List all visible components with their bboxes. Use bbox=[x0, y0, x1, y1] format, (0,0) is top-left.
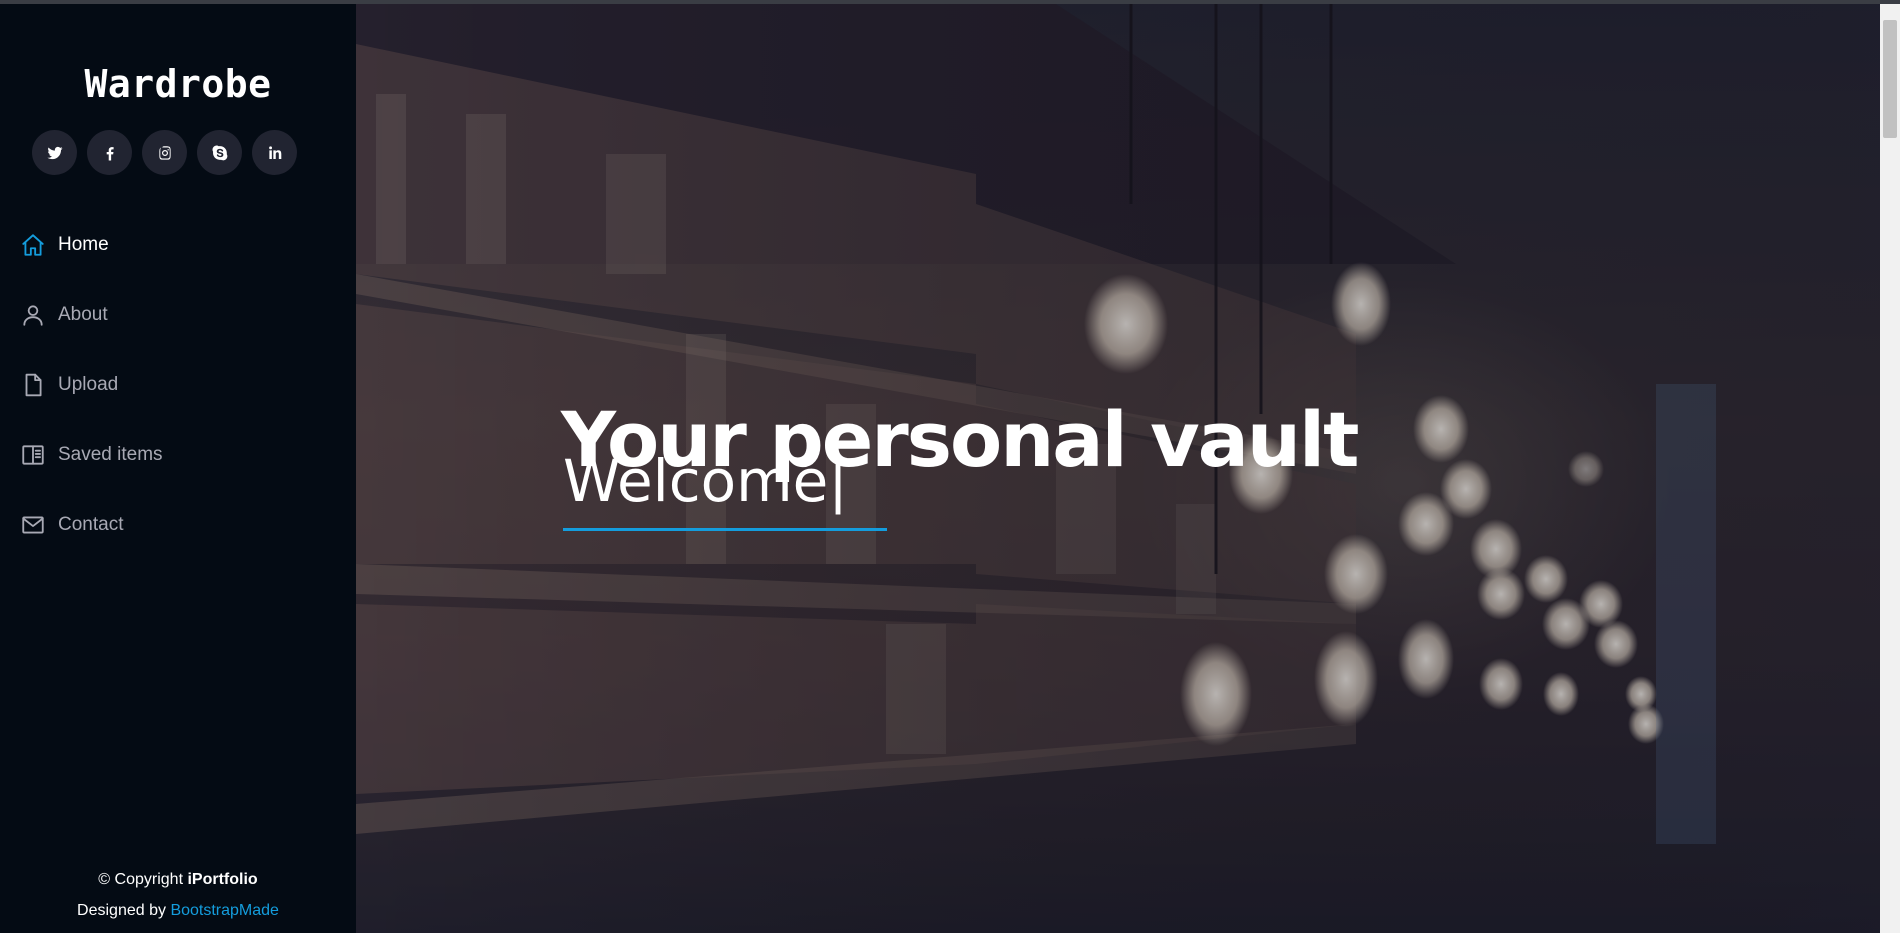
file-icon bbox=[20, 372, 46, 398]
linkedin-button[interactable] bbox=[252, 130, 297, 175]
skype-button[interactable] bbox=[197, 130, 242, 175]
instagram-button[interactable] bbox=[142, 130, 187, 175]
hero-section: Your personal vault Welcome| bbox=[356, 4, 1880, 933]
scrollbar-thumb[interactable] bbox=[1883, 20, 1897, 138]
instagram-icon bbox=[158, 145, 171, 160]
twitter-icon bbox=[47, 146, 62, 159]
page-scrollbar[interactable] bbox=[1880, 4, 1900, 933]
nav-item-home[interactable]: Home bbox=[0, 210, 356, 280]
nav-label-saved-items: Saved items bbox=[58, 444, 163, 465]
credits-line: Designed by BootstrapMade bbox=[0, 895, 356, 926]
nav-label-upload: Upload bbox=[58, 374, 119, 395]
home-icon bbox=[20, 232, 46, 258]
book-icon bbox=[20, 442, 46, 468]
site-logo[interactable]: Wardrobe bbox=[0, 62, 356, 106]
nav-label-contact: Contact bbox=[58, 514, 124, 535]
sidebar: Wardrobe Home About Upload Saved items C… bbox=[0, 4, 356, 933]
nav-label-home: Home bbox=[58, 234, 109, 255]
hero-underline bbox=[563, 528, 887, 531]
nav-item-upload[interactable]: Upload bbox=[0, 350, 356, 420]
designed-by-prefix: Designed by bbox=[77, 902, 166, 919]
nav-item-contact[interactable]: Contact bbox=[0, 490, 356, 560]
skype-icon bbox=[212, 145, 227, 160]
facebook-button[interactable] bbox=[87, 130, 132, 175]
nav-label-about: About bbox=[58, 304, 108, 325]
nav-item-about[interactable]: About bbox=[0, 280, 356, 350]
copyright-prefix: © Copyright bbox=[98, 871, 184, 888]
copyright-brand: iPortfolio bbox=[187, 871, 258, 888]
facebook-icon bbox=[106, 146, 114, 160]
nav-item-saved-items[interactable]: Saved items bbox=[0, 420, 356, 490]
sidebar-footer: © Copyright iPortfolio Designed by Boots… bbox=[0, 864, 356, 926]
hero-typed-subtitle: Welcome| bbox=[563, 447, 848, 515]
social-links bbox=[32, 130, 297, 175]
copyright-line: © Copyright iPortfolio bbox=[0, 864, 356, 895]
main-nav: Home About Upload Saved items Contact bbox=[0, 210, 356, 560]
bootstrapmade-link[interactable]: BootstrapMade bbox=[170, 902, 279, 919]
linkedin-icon bbox=[268, 145, 281, 159]
person-icon bbox=[20, 302, 46, 328]
envelope-icon bbox=[20, 512, 46, 538]
twitter-button[interactable] bbox=[32, 130, 77, 175]
